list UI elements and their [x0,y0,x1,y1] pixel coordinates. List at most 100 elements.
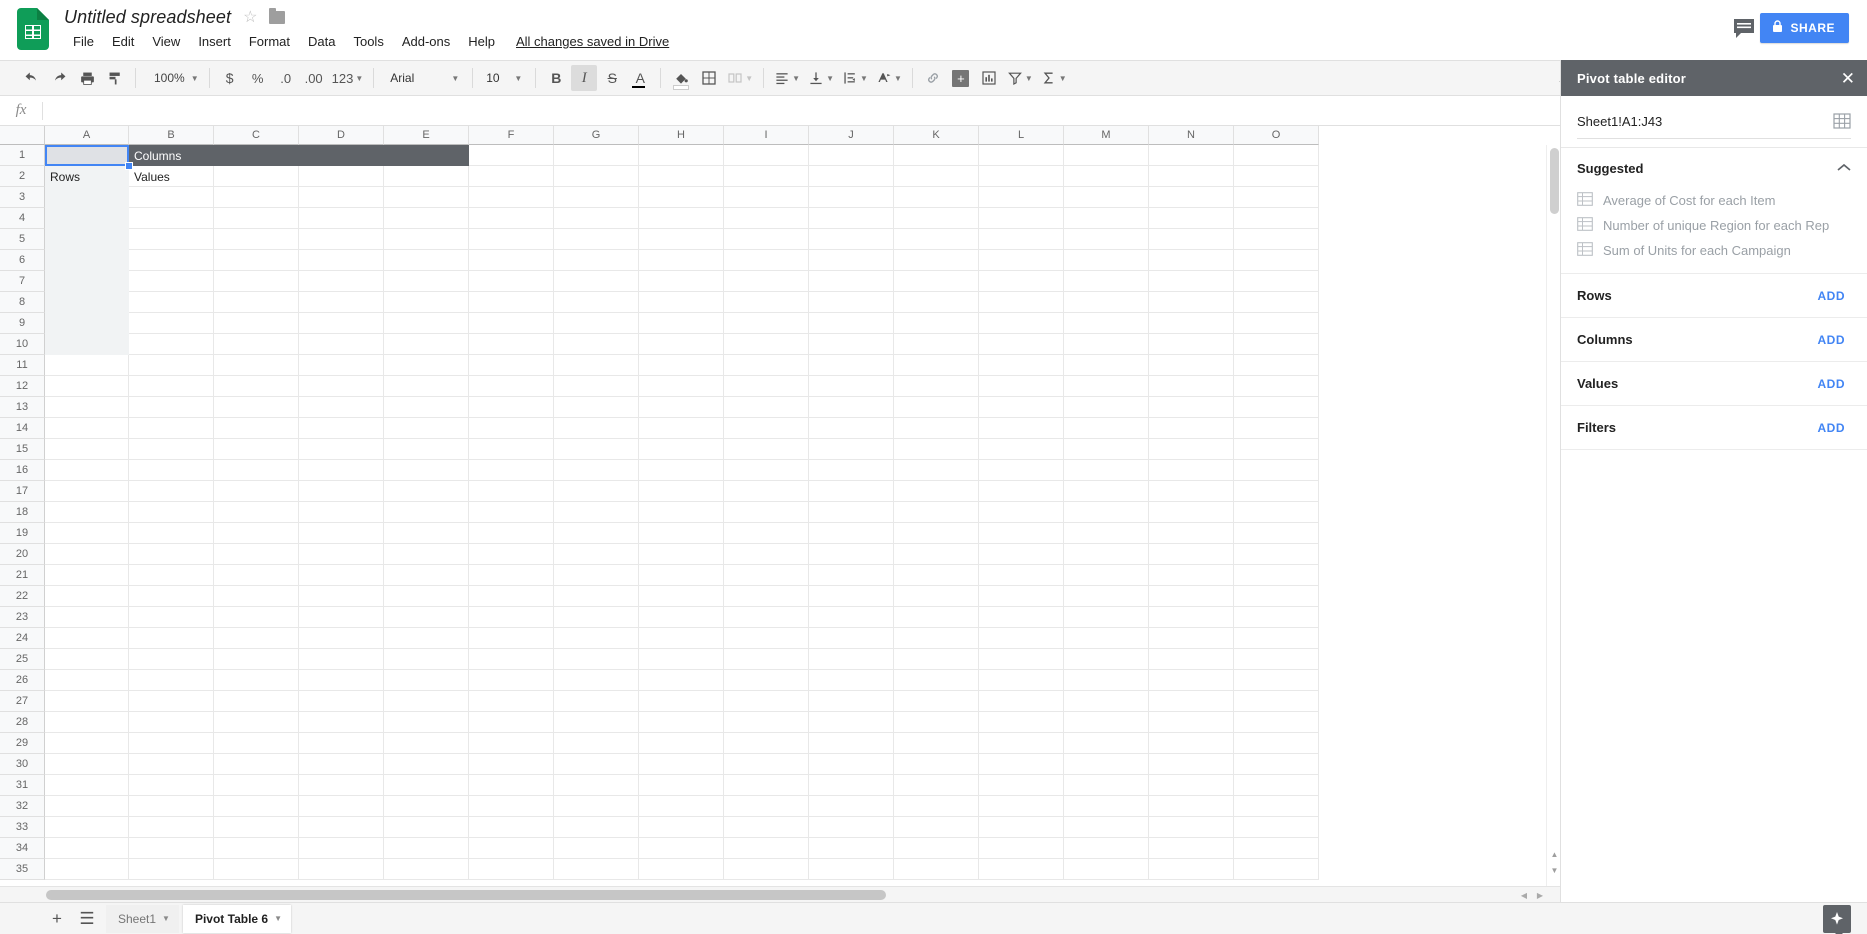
cell-E2[interactable] [384,166,469,187]
cell-C30[interactable] [214,754,299,775]
column-header-a[interactable]: A [45,126,129,145]
cell-H26[interactable] [639,670,724,691]
cell-L12[interactable] [979,376,1064,397]
cell-N6[interactable] [1149,250,1234,271]
cell-M11[interactable] [1064,355,1149,376]
cell-O9[interactable] [1234,313,1319,334]
cell-J6[interactable] [809,250,894,271]
cell-N33[interactable] [1149,817,1234,838]
cell-A20[interactable] [45,544,129,565]
cell-G5[interactable] [554,229,639,250]
cell-L2[interactable] [979,166,1064,187]
cell-O7[interactable] [1234,271,1319,292]
cell-J13[interactable] [809,397,894,418]
cell-D14[interactable] [299,418,384,439]
cell-B31[interactable] [129,775,214,796]
column-header-k[interactable]: K [894,126,979,145]
row-header-20[interactable]: 20 [0,544,45,565]
cell-E33[interactable] [384,817,469,838]
cell-O34[interactable] [1234,838,1319,859]
cell-O32[interactable] [1234,796,1319,817]
cell-E1[interactable] [384,145,469,166]
cell-D18[interactable] [299,502,384,523]
cell-O30[interactable] [1234,754,1319,775]
cell-B27[interactable] [129,691,214,712]
insert-link-icon[interactable] [920,65,946,91]
cell-B35[interactable] [129,859,214,880]
cell-A6[interactable] [45,250,129,271]
cell-J23[interactable] [809,607,894,628]
cell-B15[interactable] [129,439,214,460]
cell-B11[interactable] [129,355,214,376]
cell-J29[interactable] [809,733,894,754]
cell-F29[interactable] [469,733,554,754]
cell-O25[interactable] [1234,649,1319,670]
cell-D31[interactable] [299,775,384,796]
cell-E23[interactable] [384,607,469,628]
cell-N14[interactable] [1149,418,1234,439]
cell-K6[interactable] [894,250,979,271]
cell-H22[interactable] [639,586,724,607]
cell-C35[interactable] [214,859,299,880]
cell-I21[interactable] [724,565,809,586]
cell-B12[interactable] [129,376,214,397]
cell-O18[interactable] [1234,502,1319,523]
cell-H4[interactable] [639,208,724,229]
cell-B34[interactable] [129,838,214,859]
cell-A35[interactable] [45,859,129,880]
cell-F8[interactable] [469,292,554,313]
cell-E17[interactable] [384,481,469,502]
row-header-2[interactable]: 2 [0,166,45,187]
cell-H33[interactable] [639,817,724,838]
row-header-15[interactable]: 15 [0,439,45,460]
cell-A5[interactable] [45,229,129,250]
cell-B2[interactable] [129,166,214,187]
cell-C10[interactable] [214,334,299,355]
cell-H16[interactable] [639,460,724,481]
cell-A23[interactable] [45,607,129,628]
cell-F23[interactable] [469,607,554,628]
cell-I1[interactable] [724,145,809,166]
cell-F12[interactable] [469,376,554,397]
cell-F10[interactable] [469,334,554,355]
sheet-tab-pivot-table-6[interactable]: Pivot Table 6 ▼ [182,904,292,933]
cell-C16[interactable] [214,460,299,481]
cell-G27[interactable] [554,691,639,712]
cell-M1[interactable] [1064,145,1149,166]
cell-K8[interactable] [894,292,979,313]
row-header-5[interactable]: 5 [0,229,45,250]
cell-M24[interactable] [1064,628,1149,649]
cell-D21[interactable] [299,565,384,586]
cell-I30[interactable] [724,754,809,775]
cell-I31[interactable] [724,775,809,796]
cell-F11[interactable] [469,355,554,376]
cell-K10[interactable] [894,334,979,355]
cell-M31[interactable] [1064,775,1149,796]
cell-C2[interactable] [214,166,299,187]
cell-C17[interactable] [214,481,299,502]
cell-O28[interactable] [1234,712,1319,733]
percent-format-button[interactable]: % [245,65,271,91]
cell-O17[interactable] [1234,481,1319,502]
cell-A15[interactable] [45,439,129,460]
cell-L3[interactable] [979,187,1064,208]
undo-icon[interactable] [18,65,44,91]
cell-A27[interactable] [45,691,129,712]
cell-I17[interactable] [724,481,809,502]
cell-O27[interactable] [1234,691,1319,712]
cell-B6[interactable] [129,250,214,271]
cell-J14[interactable] [809,418,894,439]
cell-N27[interactable] [1149,691,1234,712]
cell-M4[interactable] [1064,208,1149,229]
cell-O35[interactable] [1234,859,1319,880]
cell-C14[interactable] [214,418,299,439]
cell-K33[interactable] [894,817,979,838]
cell-O10[interactable] [1234,334,1319,355]
cell-D32[interactable] [299,796,384,817]
cell-K19[interactable] [894,523,979,544]
cell-D11[interactable] [299,355,384,376]
cell-D1[interactable] [299,145,384,166]
cell-G16[interactable] [554,460,639,481]
font-family-selector[interactable]: Arial ▼ [381,65,465,91]
cell-G4[interactable] [554,208,639,229]
